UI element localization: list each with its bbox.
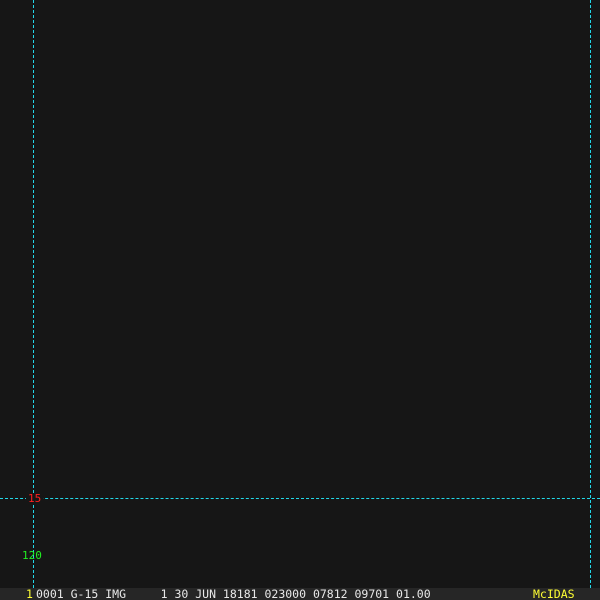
longitude-line [590, 0, 591, 588]
status-bar: 1 0001 G-15 IMG 1 30 JUN 18181 023000 07… [0, 588, 600, 600]
longitude-label: 120 [22, 549, 42, 562]
satellite-image-display: 15 120 1 0001 G-15 IMG 1 30 JUN 18181 02… [0, 0, 600, 600]
mcidas-logo: McIDAS [533, 587, 575, 600]
latitude-line [0, 498, 600, 499]
latitude-label: 15 [26, 492, 44, 505]
frame-number: 1 [26, 587, 33, 600]
image-info: 0001 G-15 IMG 1 30 JUN 18181 023000 0781… [36, 587, 431, 600]
